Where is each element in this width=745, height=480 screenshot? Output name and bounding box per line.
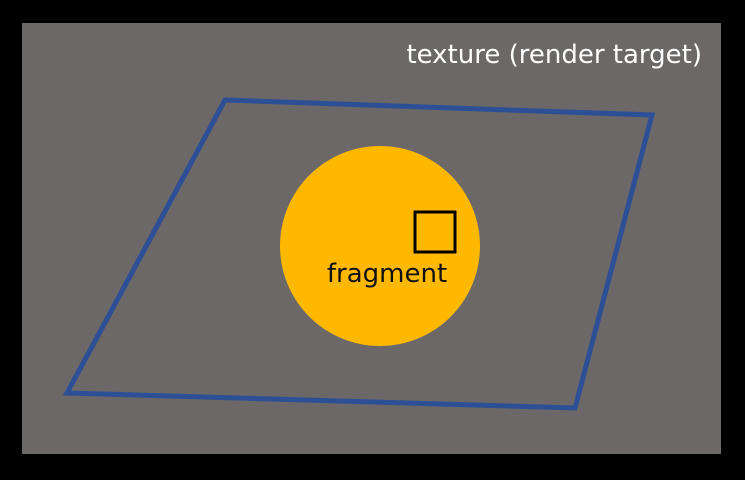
render-target-diagram: texture (render target) fragment xyxy=(0,0,745,480)
texture-label: texture (render target) xyxy=(406,40,702,70)
fragment-circle xyxy=(280,146,480,346)
fragment-label: fragment xyxy=(327,259,447,289)
